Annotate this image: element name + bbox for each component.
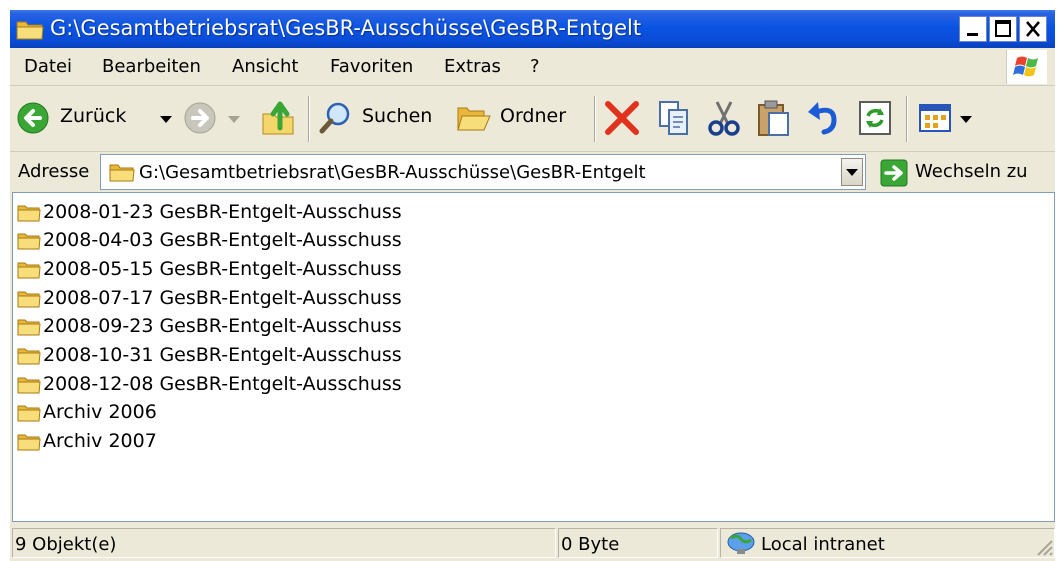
folder-icon <box>17 405 41 422</box>
windows-logo <box>1006 50 1047 84</box>
go-arrow-icon <box>880 159 908 187</box>
address-value: G:\Gesamtbetriebsrat\GesBR-Ausschüsse\Ge… <box>139 162 646 183</box>
paste-icon <box>758 100 789 136</box>
title-bar[interactable]: G:\Gesamtbetriebsrat\GesBR-Ausschüsse\Ge… <box>10 10 1055 48</box>
file-name: 2008-01-23 GesBR-Entgelt-Ausschuss <box>43 201 402 223</box>
intranet-zone-icon <box>727 532 755 554</box>
search-label: Suchen <box>362 105 433 127</box>
views-icon <box>919 104 951 132</box>
folder-icon <box>17 377 41 394</box>
minimize-icon <box>967 33 978 36</box>
go-label[interactable]: Wechseln zu <box>915 161 1028 182</box>
menu-favoriten[interactable]: Favoriten <box>330 56 413 77</box>
window-title: G:\Gesamtbetriebsrat\GesBR-Ausschüsse\Ge… <box>50 16 642 40</box>
folder-up-button[interactable] <box>260 98 298 138</box>
explorer-window: G:\Gesamtbetriebsrat\GesBR-Ausschüsse\Ge… <box>10 10 1055 561</box>
views-button[interactable] <box>916 100 980 136</box>
undo-icon <box>808 102 837 135</box>
chevron-down-icon <box>228 116 240 123</box>
file-name: 2008-07-17 GesBR-Entgelt-Ausschuss <box>43 287 402 309</box>
back-arrow-icon <box>17 102 49 134</box>
file-list: 2008-01-23 GesBR-Entgelt-Ausschuss 2008-… <box>12 192 1055 522</box>
file-name: 2008-05-15 GesBR-Entgelt-Ausschuss <box>43 258 402 280</box>
folder-icon <box>17 319 41 336</box>
address-dropdown-button[interactable] <box>841 158 863 186</box>
menu-ansicht[interactable]: Ansicht <box>232 56 298 77</box>
toolbar-separator <box>308 96 310 142</box>
search-icon <box>319 102 350 134</box>
folders-label: Ordner <box>500 105 567 127</box>
copy-icon <box>659 101 688 135</box>
toolbar-separator <box>906 96 908 142</box>
delete-icon <box>605 101 639 135</box>
folders-button[interactable]: Ordner <box>456 100 586 136</box>
status-bar: 9 Objekt(e) 0 Byte Local intranet <box>10 522 1055 561</box>
folder-icon <box>17 233 41 250</box>
file-name: Archiv 2006 <box>43 401 157 423</box>
status-zone: Local intranet <box>761 534 885 555</box>
close-icon <box>1026 21 1040 37</box>
forward-arrow-icon <box>184 102 216 134</box>
file-name: 2008-04-03 GesBR-Entgelt-Ausschuss <box>43 229 402 251</box>
close-button[interactable] <box>1019 16 1047 42</box>
refresh-icon <box>859 101 891 135</box>
address-input[interactable]: G:\Gesamtbetriebsrat\GesBR-Ausschüsse\Ge… <box>100 154 866 190</box>
folder-icon <box>17 348 41 365</box>
menu-bearbeiten[interactable]: Bearbeiten <box>102 56 201 77</box>
address-label: Adresse <box>18 161 90 182</box>
search-button[interactable]: Suchen <box>318 100 448 136</box>
status-size-cell: 0 Byte <box>558 528 718 558</box>
folders-icon <box>457 107 491 131</box>
refresh-button[interactable] <box>856 98 896 138</box>
status-zone-cell: Local intranet <box>720 528 1055 558</box>
file-name: 2008-10-31 GesBR-Entgelt-Ausschuss <box>43 344 402 366</box>
folder-icon <box>17 262 41 279</box>
chevron-down-icon <box>160 116 172 123</box>
cut-button[interactable] <box>704 98 744 138</box>
folder-icon <box>17 434 41 451</box>
file-name: 2008-12-08 GesBR-Entgelt-Ausschuss <box>43 373 402 395</box>
back-label: Zurück <box>60 105 127 127</box>
folder-icon <box>16 18 44 44</box>
address-bar: Adresse G:\Gesamtbetriebsrat\GesBR-Aussc… <box>10 152 1055 192</box>
forward-button[interactable] <box>182 100 252 136</box>
copy-button[interactable] <box>654 98 694 138</box>
toolbar-separator <box>594 96 596 142</box>
chevron-down-icon <box>846 169 858 176</box>
menu-help[interactable]: ? <box>530 56 540 77</box>
delete-button[interactable] <box>602 98 642 138</box>
folder-icon <box>17 291 41 308</box>
back-button[interactable]: Zurück <box>16 100 176 136</box>
menu-datei[interactable]: Datei <box>24 56 72 77</box>
folder-icon <box>109 164 135 182</box>
maximize-button[interactable] <box>989 16 1017 42</box>
status-count-cell: 9 Objekt(e) <box>12 528 556 558</box>
status-count: 9 Objekt(e) <box>15 534 117 555</box>
minimize-button[interactable] <box>959 16 987 42</box>
folder-up-icon <box>262 101 294 135</box>
file-name: Archiv 2007 <box>43 430 157 452</box>
file-name: 2008-09-23 GesBR-Entgelt-Ausschuss <box>43 315 402 337</box>
status-size: 0 Byte <box>561 534 620 555</box>
undo-button[interactable] <box>804 98 844 138</box>
menu-extras[interactable]: Extras <box>444 56 501 77</box>
menu-bar: Datei Bearbeiten Ansicht Favoriten Extra… <box>10 48 1055 86</box>
chevron-down-icon <box>960 116 972 123</box>
maximize-icon <box>995 20 1011 37</box>
toolbar: Zurück Suchen Ordner <box>10 86 1055 152</box>
folder-icon <box>17 205 41 222</box>
cut-icon <box>708 101 740 136</box>
resize-grip-icon[interactable] <box>1034 537 1054 557</box>
paste-button[interactable] <box>754 98 794 138</box>
